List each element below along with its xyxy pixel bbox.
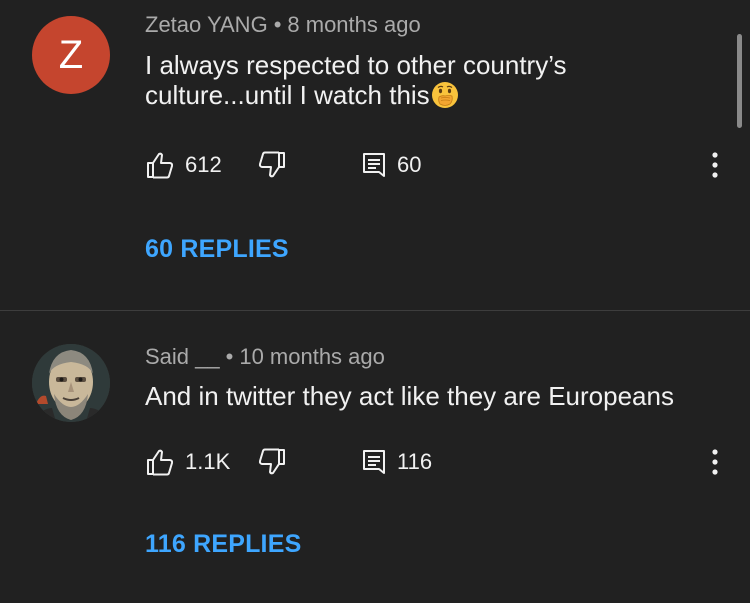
comments-page: Z Zetao YANG • 8 months ago I always respe… <box>0 0 750 603</box>
like-button[interactable]: 1.1K <box>145 444 230 480</box>
portrait-avatar-image <box>32 344 110 422</box>
comment-time: 8 months ago <box>287 12 421 37</box>
thumbs-down-icon <box>258 151 285 178</box>
reply-count: 60 <box>397 152 422 177</box>
thumbs-up-icon <box>147 449 174 476</box>
more-options-button[interactable] <box>703 147 727 183</box>
reply-button[interactable]: 116 <box>361 444 432 480</box>
comment-actions: 612 60 <box>145 147 735 183</box>
reply-button[interactable]: 60 <box>361 147 421 183</box>
like-button[interactable]: 612 <box>145 147 222 183</box>
avatar[interactable]: Z <box>32 16 110 94</box>
comment-body: I always respected to other country’s cu… <box>145 50 567 110</box>
thumbs-down-icon <box>258 448 285 475</box>
more-options-button[interactable] <box>703 444 727 480</box>
author-name[interactable]: Zetao YANG <box>145 12 268 37</box>
meta-separator: • <box>273 12 282 37</box>
comment-meta: Zetao YANG • 8 months ago <box>145 12 421 38</box>
view-replies-link[interactable]: 60 REPLIES <box>145 235 289 264</box>
face-with-hand-over-mouth-icon <box>431 82 458 108</box>
comment-item: Z Zetao YANG • 8 months ago I always respe… <box>0 0 750 310</box>
view-replies-link[interactable]: 116 REPLIES <box>145 530 301 559</box>
comment-text: And in twitter they act like they are Eu… <box>145 381 674 411</box>
author-name[interactable]: Said __ <box>145 344 220 369</box>
thumbs-up-icon <box>147 152 174 179</box>
more-vert-icon <box>712 449 718 475</box>
more-vert-icon <box>712 152 718 178</box>
comment-item: Said __ • 10 months ago And in twitter the… <box>0 311 750 603</box>
scrollbar[interactable] <box>737 34 742 128</box>
like-count: 1.1K <box>185 449 231 474</box>
comment-text: I always respected to other country’s cu… <box>145 50 705 110</box>
avatar[interactable] <box>32 344 110 422</box>
comment-actions: 1.1K 116 <box>145 444 735 480</box>
meta-separator: • <box>225 344 234 369</box>
avatar-letter: Z <box>58 33 84 77</box>
reply-icon <box>363 450 385 474</box>
reply-icon <box>363 153 385 177</box>
reply-count: 116 <box>397 449 433 474</box>
dislike-button[interactable] <box>257 444 287 480</box>
comment-time: 10 months ago <box>239 344 385 369</box>
dislike-button[interactable] <box>257 147 287 183</box>
like-count: 612 <box>185 152 222 177</box>
comment-meta: Said __ • 10 months ago <box>145 344 385 370</box>
